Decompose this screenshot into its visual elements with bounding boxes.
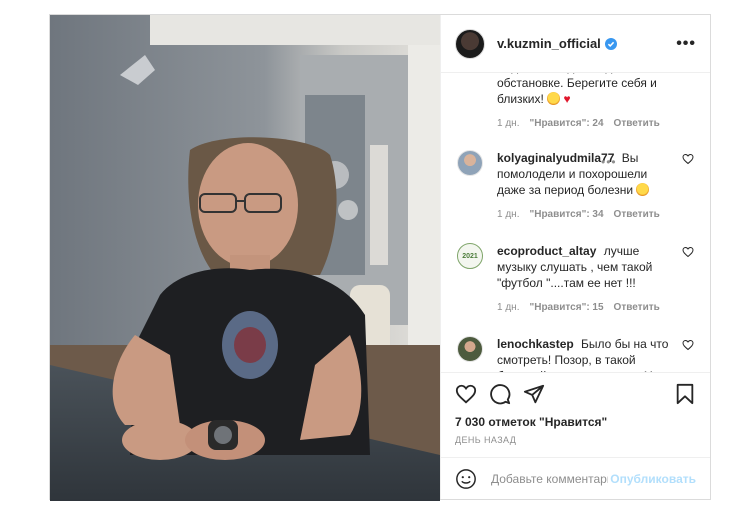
publish-button[interactable]: Опубликовать	[610, 472, 696, 486]
like-comment-heart-icon[interactable]	[682, 339, 694, 351]
verified-badge-icon	[604, 37, 617, 50]
reply-button[interactable]: Ответить	[614, 300, 660, 316]
post-photo-image	[50, 15, 440, 501]
comment-item: lenochkastep Было бы на что смотреть! По…	[457, 336, 694, 372]
comment-time: 1 дн.	[497, 118, 520, 129]
comment-item: kolyaginalyudmila77 Вы помолодели и похо…	[457, 150, 694, 223]
comment-input[interactable]	[489, 470, 611, 487]
reply-button[interactable]: Ответить	[614, 116, 660, 132]
comment-time: 1 дн.	[497, 209, 520, 220]
comment-content: Рады Вас видеть в домашней обстановке. Б…	[497, 73, 674, 107]
post-sidebar: v.kuzmin_official ••• Рады Вас видеть в …	[440, 15, 710, 499]
post-date[interactable]: ДЕНЬ НАЗАД	[455, 435, 696, 445]
reply-button[interactable]: Ответить	[614, 207, 660, 223]
author-avatar[interactable]	[455, 28, 485, 59]
comment-body: ecoproduct_altay лучше музыку слушать , …	[497, 243, 674, 316]
comment-item: Рады Вас видеть в домашней обстановке. Б…	[457, 73, 694, 132]
like-comment-heart-icon[interactable]	[682, 246, 694, 258]
smiling-face-emoji-icon	[636, 183, 650, 196]
emoji-icon[interactable]	[455, 468, 477, 490]
action-icons-row	[455, 381, 696, 407]
comment-more-icon[interactable]: •••	[601, 155, 617, 169]
add-comment-bar: Опубликовать	[441, 457, 710, 499]
post-dialog: v.kuzmin_official ••• Рады Вас видеть в …	[49, 14, 711, 501]
comment-avatar[interactable]: 2021	[457, 243, 483, 269]
author-username[interactable]: v.kuzmin_official	[497, 36, 601, 51]
like-comment-heart-icon[interactable]	[682, 153, 694, 165]
comment-body: kolyaginalyudmila77 Вы помолодели и похо…	[497, 150, 674, 223]
avatar-logo-text: 2021	[462, 252, 478, 260]
more-options-icon[interactable]: •••	[676, 35, 696, 53]
comment-avatar[interactable]	[457, 336, 483, 362]
heart-icon[interactable]	[455, 383, 477, 405]
bookmark-icon[interactable]	[674, 383, 696, 405]
red-heart-emoji-icon: ♥	[563, 92, 571, 106]
comment-username[interactable]: kolyaginalyudmila77	[497, 151, 614, 165]
likes-count[interactable]: 7 030 отметок "Нравится"	[455, 415, 696, 429]
comment-content: kolyaginalyudmila77 Вы помолодели и похо…	[497, 150, 674, 198]
comment-time: 1 дн.	[497, 302, 520, 313]
comment-avatar[interactable]	[457, 150, 483, 176]
comment-username[interactable]: ecoproduct_altay	[497, 244, 596, 258]
comment-meta: 1 дн. "Нравится": 34 Ответить	[497, 207, 674, 223]
comment-likes[interactable]: "Нравится": 34	[529, 207, 603, 223]
post-actions: 7 030 отметок "Нравится" ДЕНЬ НАЗАД	[441, 372, 710, 445]
comment-icon[interactable]	[489, 383, 511, 405]
comment-content: lenochkastep Было бы на что смотреть! По…	[497, 336, 674, 372]
smiling-face-emoji-icon	[547, 92, 561, 105]
comments-list[interactable]: Рады Вас видеть в домашней обстановке. Б…	[441, 73, 710, 372]
post-photo[interactable]	[50, 15, 440, 501]
comment-meta: 1 дн. "Нравится": 15 Ответить	[497, 300, 674, 316]
comment-content: ecoproduct_altay лучше музыку слушать , …	[497, 243, 674, 291]
comment-body: lenochkastep Было бы на что смотреть! По…	[497, 336, 674, 372]
comment-item: 2021 ecoproduct_altay лучше музыку слуша…	[457, 243, 694, 316]
comment-likes[interactable]: "Нравится": 24	[529, 116, 603, 132]
comment-likes[interactable]: "Нравится": 15	[529, 300, 603, 316]
comment-username[interactable]: lenochkastep	[497, 337, 574, 351]
comment-body: Рады Вас видеть в домашней обстановке. Б…	[497, 73, 674, 132]
post-header: v.kuzmin_official •••	[441, 15, 710, 73]
share-icon[interactable]	[523, 383, 545, 405]
comment-text: Рады Вас видеть в домашней обстановке. Б…	[497, 73, 664, 106]
comment-meta: 1 дн. "Нравится": 24 Ответить	[497, 116, 674, 132]
